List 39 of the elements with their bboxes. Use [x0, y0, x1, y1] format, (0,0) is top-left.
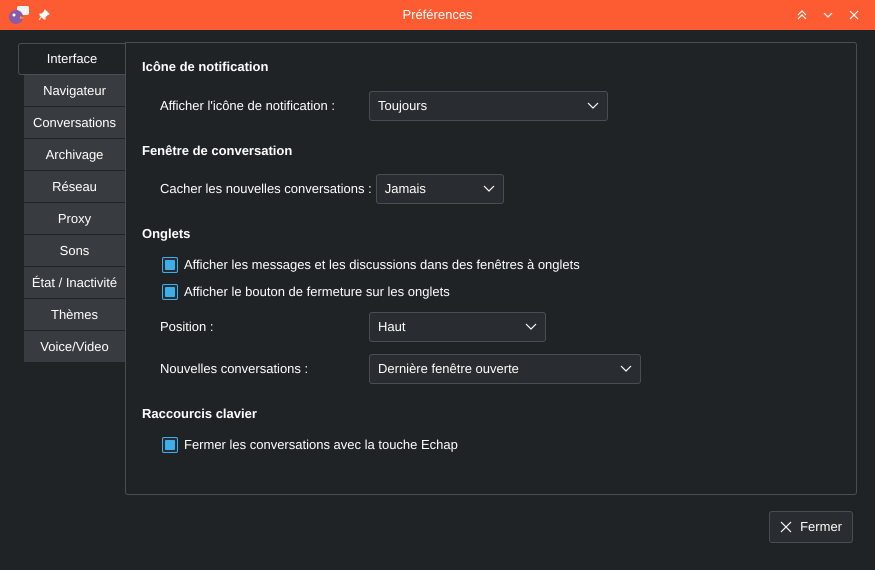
caret-icon [620, 364, 632, 372]
window-title: Préférences [402, 6, 473, 24]
section-heading: Icône de notification [142, 58, 270, 76]
checkbox[interactable] [162, 436, 178, 452]
close-icon [780, 521, 792, 533]
checkbox-label[interactable]: Afficher le bouton de fermeture sur les onglets [184, 282, 450, 302]
tab[interactable]: Archivage [24, 139, 125, 171]
section-heading: Fenêtre de conversation [142, 142, 294, 160]
tab[interactable]: Conversations [24, 107, 125, 139]
field-label: Position : [159, 318, 214, 336]
dropdown[interactable]: Haut [369, 312, 546, 342]
dropdown[interactable]: Toujours [369, 90, 608, 120]
field-label: Nouvelles conversations : [159, 360, 310, 378]
section-heading: Raccourcis clavier [142, 404, 258, 422]
bird-icon [8, 5, 30, 25]
field-label: Afficher l'icône de notification : [159, 96, 336, 115]
tab[interactable]: Thèmes [24, 299, 125, 331]
checkbox[interactable] [162, 284, 178, 300]
section-heading: Onglets [142, 225, 192, 243]
double-chevron-up-icon [796, 9, 808, 21]
tab[interactable]: Réseau [24, 171, 125, 203]
close-icon [848, 9, 860, 21]
field-label: Cacher les nouvelles conversations : [159, 180, 373, 198]
dropdown[interactable]: Jamais [376, 174, 504, 204]
caret-icon [482, 185, 495, 193]
caret-icon [587, 102, 599, 110]
caret-icon [525, 322, 537, 330]
tab[interactable]: État / Inactivité [24, 267, 125, 299]
tab[interactable]: Sons [24, 235, 125, 267]
checkbox[interactable] [162, 257, 178, 273]
tab[interactable]: Navigateur [24, 75, 125, 107]
close-dialog-button[interactable]: Fermer [769, 511, 853, 543]
checkbox-label[interactable]: Afficher les messages et les discussions dans des fenêtres à onglets [184, 255, 580, 275]
checkbox-label[interactable]: Fermer les conversations avec la touche Echap [184, 434, 458, 454]
dropdown[interactable]: Dernière fenêtre ouverte [369, 354, 641, 384]
tab[interactable]: Proxy [24, 203, 125, 235]
tab[interactable]: Voice/Video [24, 331, 125, 363]
pin-icon[interactable] [38, 9, 50, 21]
tab[interactable]: Interface [18, 43, 125, 75]
